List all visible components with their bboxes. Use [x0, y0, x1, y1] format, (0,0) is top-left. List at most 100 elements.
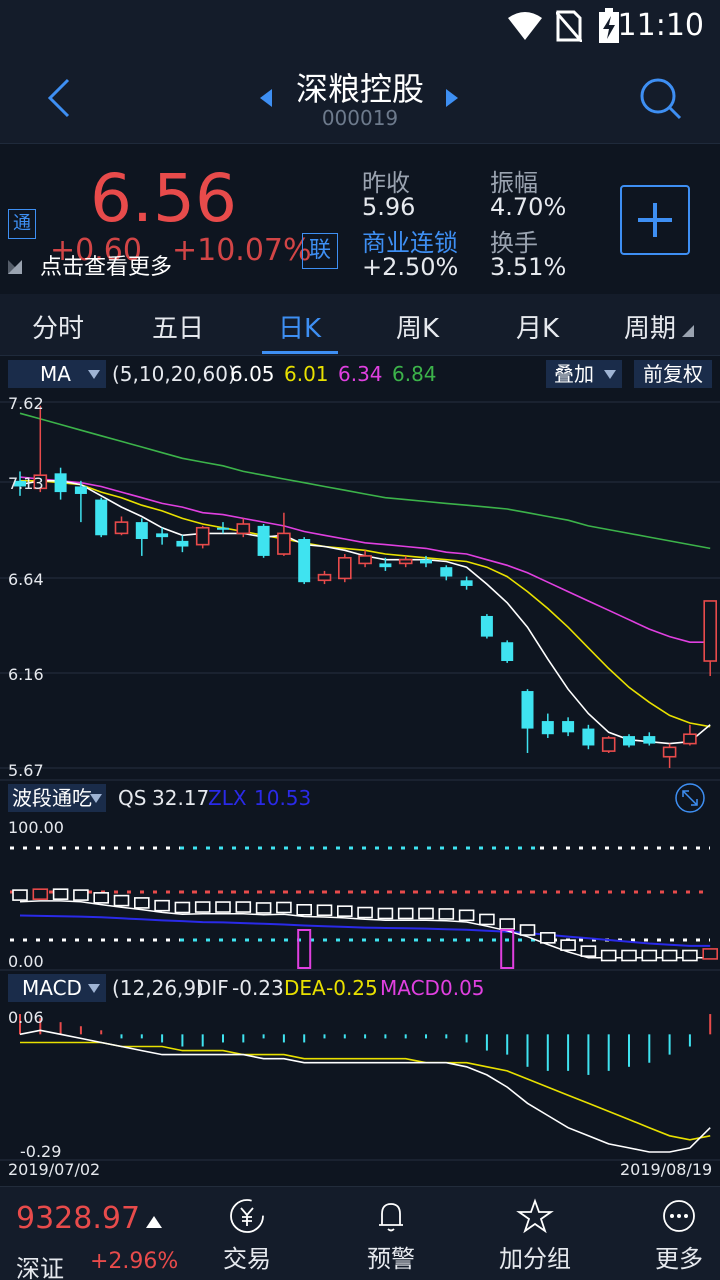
nav-alert[interactable]: 预警 [356, 1197, 426, 1277]
tab-monthly-k[interactable]: 月K [516, 308, 559, 345]
nav-add-group[interactable]: 加分组 [492, 1197, 578, 1277]
candle-down [379, 563, 392, 568]
macd-label: MACD [380, 976, 440, 1000]
candle-down [135, 522, 148, 540]
candlestick-chart[interactable] [0, 390, 720, 1170]
dea-label: DEA [284, 976, 326, 1000]
candle-down [440, 567, 453, 577]
ma5-line [19, 480, 711, 745]
nav-more[interactable]: 更多 [646, 1197, 712, 1277]
nav-trade-label: 交易 [223, 1245, 271, 1273]
prev-close-value: 5.96 [362, 193, 416, 221]
qs-block [276, 901, 292, 914]
candle-up [337, 556, 352, 580]
price-axis-2: 7.13 [8, 474, 44, 493]
star-icon [516, 1198, 554, 1234]
sector-change: +2.50% [362, 253, 459, 281]
ma10-line [20, 480, 711, 728]
candle-up [358, 555, 372, 565]
qs-block [194, 901, 211, 913]
expand-icon [675, 783, 705, 813]
search-button[interactable] [636, 74, 684, 122]
candle-down [257, 525, 270, 556]
fullscreen-button[interactable] [674, 782, 706, 814]
caret-down-icon [604, 370, 616, 379]
caret-down-icon [88, 984, 100, 993]
zlx-label: ZLX [208, 786, 247, 810]
tong-badge[interactable]: 通 [8, 209, 36, 239]
adjust-button[interactable]: 前复权 [634, 360, 712, 388]
qs-block [560, 939, 576, 951]
amplitude-value: 4.70% [490, 193, 567, 221]
macd-selector[interactable]: MACD [8, 974, 106, 1002]
caret-down-icon [90, 794, 102, 803]
qs-axis-bottom: 0.00 [8, 952, 44, 971]
tab-weekly-k[interactable]: 周K [396, 308, 439, 345]
qs-block [296, 904, 313, 916]
qs-block [73, 889, 89, 901]
qs-block [539, 932, 556, 944]
macd-value: 0.05 [440, 976, 485, 1000]
price-axis-max: 7.62 [8, 394, 44, 413]
qs-block [52, 888, 69, 900]
active-tab-underline [262, 351, 338, 354]
qs-block [580, 945, 597, 957]
nav-more-label: 更多 [655, 1245, 703, 1273]
wifi-icon [508, 12, 542, 40]
candle-down [562, 721, 575, 733]
qs-value: 32.17 [152, 786, 210, 810]
expand-corner-icon [8, 259, 22, 274]
candle-down [54, 473, 67, 493]
dif-value: -0.23 [232, 976, 284, 1000]
triangle-right-icon [446, 89, 458, 107]
add-watchlist-button[interactable] [620, 185, 690, 255]
candle-down [521, 691, 534, 729]
price-axis-3: 6.64 [8, 570, 44, 589]
candle-down [420, 559, 432, 564]
ma20-value: 6.34 [338, 362, 383, 386]
qs-signal-box [500, 929, 515, 969]
clock: 11:10 [617, 8, 704, 43]
candle-up [683, 733, 697, 745]
quote-panel[interactable]: 6.56 通 +0.60 +10.07% 点击查看更多 联 昨收 5.96 商业… [0, 145, 720, 293]
price-axis-4: 6.16 [8, 665, 44, 684]
nav-trade[interactable]: 交易 [212, 1197, 282, 1277]
qs-block [621, 949, 637, 962]
qs-signal-box [297, 929, 312, 969]
candle-down [217, 527, 229, 530]
lian-badge[interactable]: 联 [302, 233, 338, 269]
stock-code: 000019 [321, 106, 399, 130]
candle-up [114, 521, 129, 535]
tab-period[interactable]: 周期 [624, 308, 676, 345]
tab-daily-k[interactable]: 日K [278, 308, 321, 345]
qs-block [702, 948, 719, 960]
index-value[interactable]: 9328.97 [16, 1201, 140, 1236]
candle-down [156, 533, 169, 538]
more-info-hint[interactable]: 点击查看更多 [40, 249, 172, 281]
dea-line [20, 1041, 711, 1141]
qs-block [12, 889, 28, 901]
qs-block [32, 888, 49, 900]
overlay-button[interactable]: 叠加 [546, 360, 622, 388]
index-name: 深证 [16, 1255, 64, 1280]
qs-block [377, 907, 394, 920]
no-sim-icon [554, 10, 584, 43]
tab-five-day[interactable]: 五日 [152, 308, 204, 345]
candle-up [703, 600, 718, 662]
bottom-bar: 9328.97 深证 +2.96% 交易 预警 加分组 更多 [0, 1186, 720, 1280]
overlay-label: 叠加 [554, 362, 594, 386]
caret-down-icon [88, 370, 100, 379]
ma-selector[interactable]: MA [8, 360, 106, 388]
date-start: 2019/07/02 [8, 1160, 101, 1179]
qs-selector-label: 波段通吃 [12, 786, 92, 810]
dif-line [19, 1029, 711, 1153]
dif-label: DIF [196, 976, 229, 1000]
qs-block [479, 913, 495, 926]
qs-block [418, 907, 434, 920]
qs-info-bar: 波段通吃 QS 32.17 ZLX 10.53 [0, 782, 720, 814]
candle-up [601, 737, 616, 752]
tab-intraday[interactable]: 分时 [32, 308, 84, 345]
next-stock-button[interactable] [444, 88, 460, 108]
qs-selector[interactable]: 波段通吃 [8, 784, 106, 812]
qs-block [661, 949, 678, 962]
